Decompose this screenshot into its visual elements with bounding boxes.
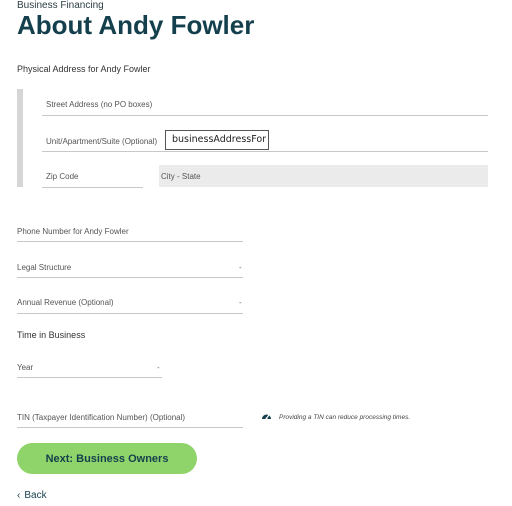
back-label: Back [24, 490, 47, 501]
phone-label: Phone Number for Andy Fowler [17, 227, 129, 236]
zip-code-field[interactable] [42, 187, 143, 188]
unit-input[interactable]: businessAddressFor [165, 130, 269, 150]
tin-field[interactable] [17, 427, 243, 428]
annual-revenue-select[interactable] [17, 313, 243, 314]
page-title: About Andy Fowler [17, 10, 255, 40]
street-address-label: Street Address (no PO boxes) [46, 100, 153, 109]
unit-field-underline [42, 151, 488, 152]
tin-note: Providing a TIN can reduce processing ti… [279, 414, 411, 421]
city-state-field: City - State [159, 165, 488, 187]
city-state-label: City - State [161, 172, 201, 181]
next-business-owners-button[interactable]: Next: Business Owners [17, 443, 197, 474]
address-section-label: Physical Address for Andy Fowler [17, 64, 151, 74]
legal-structure-select[interactable] [17, 277, 243, 278]
time-in-business-heading: Time in Business [17, 330, 86, 340]
address-group-bar [17, 89, 23, 187]
year-caret-icon[interactable]: - [157, 363, 160, 372]
phone-field[interactable] [17, 241, 243, 242]
unit-label: Unit/Apartment/Suite (Optional) [46, 137, 158, 146]
year-label: Year [17, 363, 34, 372]
chevron-left-icon: ‹ [17, 490, 21, 501]
annual-revenue-caret-icon[interactable]: - [239, 298, 242, 307]
back-link[interactable]: ‹ Back [17, 490, 47, 501]
year-select[interactable] [17, 377, 162, 378]
speedometer-icon [262, 414, 271, 420]
annual-revenue-label: Annual Revenue (Optional) [17, 298, 114, 307]
legal-structure-label: Legal Structure [17, 263, 72, 272]
zip-code-label: Zip Code [46, 172, 79, 181]
legal-structure-caret-icon[interactable]: - [239, 263, 242, 272]
tin-label: TIN (Taxpayer Identification Number) (Op… [17, 413, 186, 422]
street-address-field[interactable] [42, 115, 488, 116]
